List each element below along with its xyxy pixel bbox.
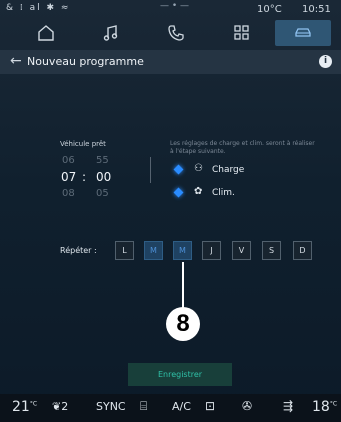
tab-phone[interactable] [148, 20, 204, 46]
phone-icon [168, 25, 184, 41]
charge-icon: ⚇ [194, 163, 203, 174]
prev-minute[interactable]: 55 [96, 155, 109, 166]
rear-defrost-icon[interactable]: ⊡ [205, 399, 215, 413]
passenger-temperature[interactable]: 18°C [312, 399, 337, 415]
page-header: ← Nouveau programme i [0, 50, 341, 74]
tab-vehicle[interactable] [275, 20, 331, 46]
day-tuesday[interactable]: M [144, 241, 163, 260]
settings-note: Les réglages de charge et clim. seront à… [170, 140, 315, 155]
climate-bar: 21°C ❦2 SYNC ⌸ A/C ⊡ ✇ ⇶ 18°C [0, 394, 341, 422]
day-thursday[interactable]: J [202, 241, 221, 260]
airflow-icon[interactable]: ⇶ [283, 399, 293, 413]
climate-label: Clim. [212, 188, 235, 198]
screen: & ⁞ al ✱ ≈ — • — 10°C 10:51 ← Nouveau pr… [0, 0, 341, 422]
save-button[interactable]: Enregistrer [128, 363, 232, 386]
status-bar: & ⁞ al ✱ ≈ — • — 10°C 10:51 [0, 0, 341, 18]
tab-apps[interactable] [214, 20, 270, 46]
minute-value[interactable]: 00 [96, 170, 111, 184]
driver-temperature[interactable]: 21°C [12, 399, 37, 415]
tab-home[interactable] [18, 20, 74, 46]
ready-time-label: Véhicule prêt [60, 140, 106, 148]
clock: 10:51 [302, 4, 331, 15]
next-minute[interactable]: 05 [96, 188, 109, 199]
fan-icon[interactable]: ✇ [242, 399, 252, 413]
back-arrow-icon[interactable]: ← [10, 53, 22, 69]
callout-badge: 8 [166, 307, 200, 341]
page-title: Nouveau programme [27, 55, 144, 68]
climate-icon: ✿ [194, 186, 203, 197]
day-saturday[interactable]: S [262, 241, 281, 260]
windshield-defrost-icon[interactable]: ⌸ [140, 399, 147, 414]
seat-heat-icon: ❦ [52, 400, 62, 413]
music-icon [103, 25, 118, 41]
app-tabs [0, 18, 341, 48]
day-wednesday[interactable]: M [173, 241, 192, 260]
seat-heat-control[interactable]: ❦2 [52, 400, 68, 413]
hour-value[interactable]: 07 [61, 170, 76, 184]
charge-toggle[interactable] [172, 164, 186, 175]
day-monday[interactable]: L [115, 241, 134, 260]
time-separator: : [82, 170, 87, 184]
sync-button[interactable]: SYNC [96, 400, 126, 413]
status-center-marker: — • — [160, 1, 190, 11]
callout-pointer [182, 262, 184, 308]
day-friday[interactable]: V [232, 241, 251, 260]
outside-temperature: 10°C [257, 4, 282, 15]
info-icon[interactable]: i [319, 55, 332, 68]
climate-toggle[interactable] [172, 187, 186, 198]
apps-icon [234, 25, 249, 40]
repeat-label: Répéter : [60, 246, 97, 255]
ac-button[interactable]: A/C [172, 400, 191, 413]
status-icons: & ⁞ al ✱ ≈ [6, 3, 71, 13]
day-sunday[interactable]: D [293, 241, 312, 260]
home-icon [38, 25, 54, 41]
car-icon [295, 28, 311, 37]
divider [150, 157, 151, 183]
tab-music[interactable] [82, 20, 138, 46]
next-hour[interactable]: 08 [62, 188, 75, 199]
prev-hour[interactable]: 06 [62, 155, 75, 166]
charge-label: Charge [212, 165, 245, 175]
